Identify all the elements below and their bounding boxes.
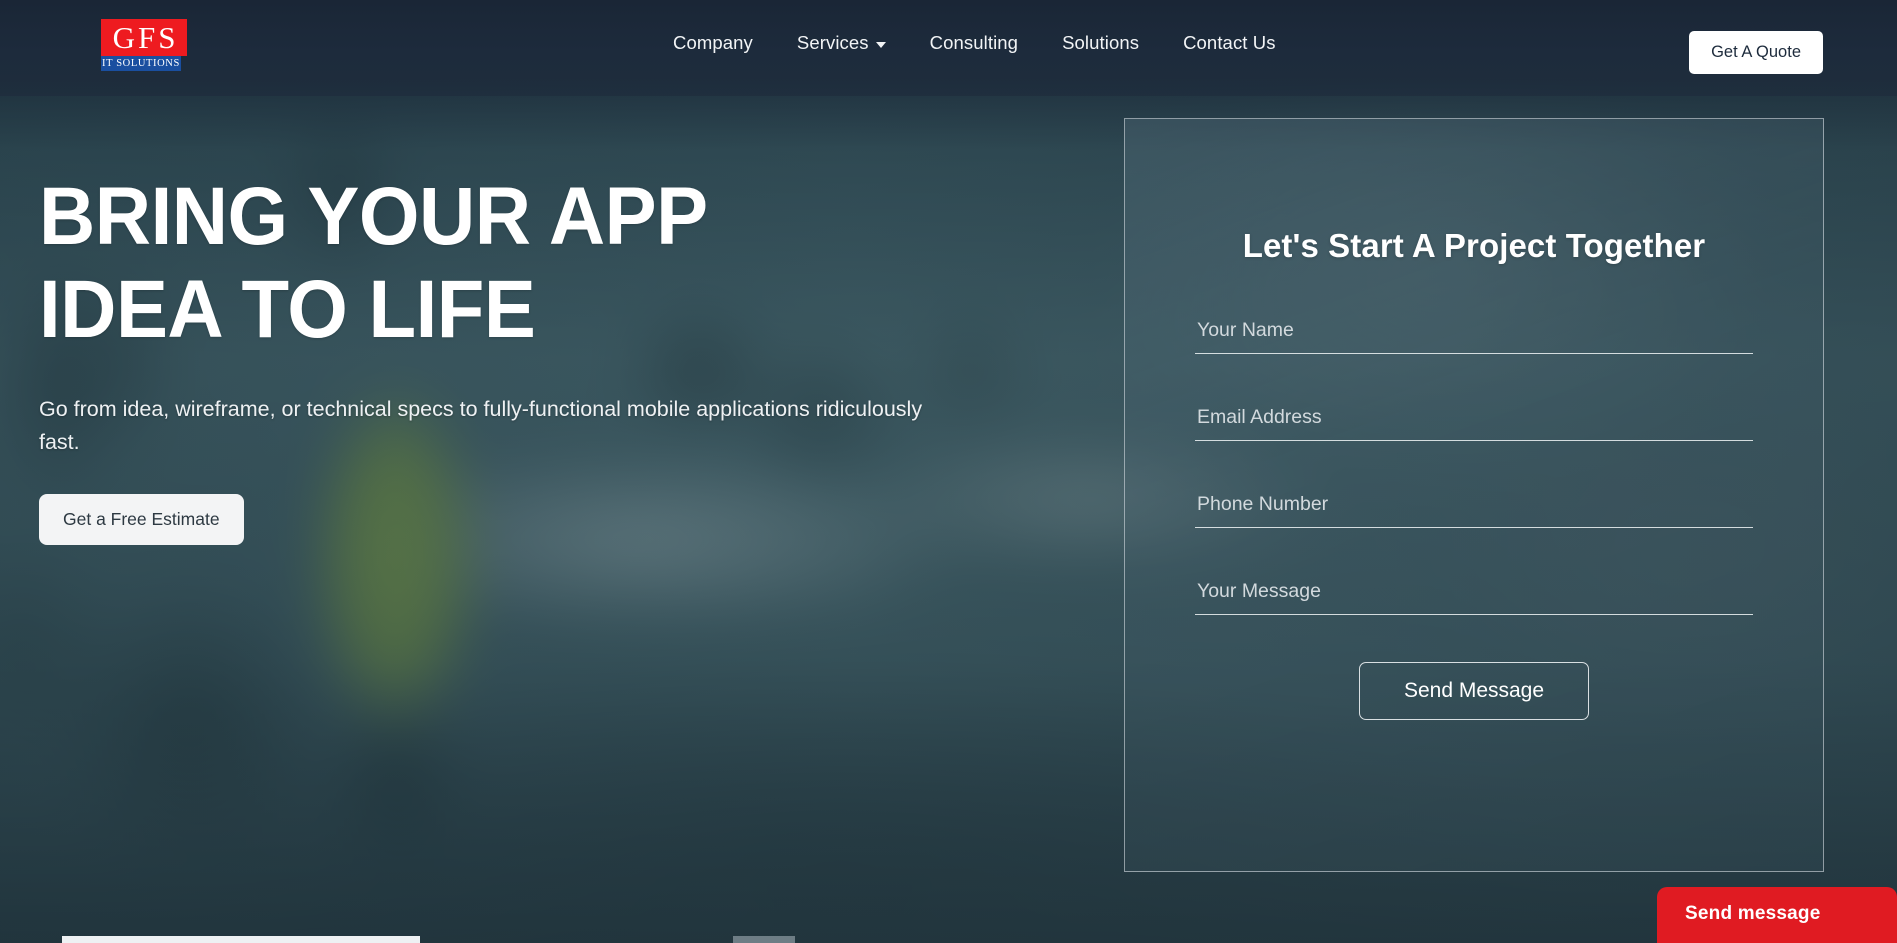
site-logo[interactable]: GFS IT SOLUTIONS: [101, 19, 187, 71]
logo-sub-text: IT SOLUTIONS: [101, 56, 181, 71]
carousel-indicators: [0, 935, 1897, 943]
contact-form-panel: Let's Start A Project Together Send Mess…: [1124, 118, 1824, 872]
nav-label-company: Company: [673, 31, 753, 53]
nav-label-services: Services: [796, 31, 869, 53]
nav-item-services[interactable]: Services: [775, 26, 908, 60]
hero-title: BRING YOUR APP IDEA TO LIFE: [39, 170, 932, 357]
hero-title-line-1: BRING YOUR APP: [39, 171, 708, 262]
nav-label-contact-us: Contact Us: [1183, 31, 1276, 53]
carousel-indicator-active[interactable]: [62, 936, 420, 943]
logo-main-text: GFS: [101, 19, 187, 56]
main-navigation: Company Services Consulting Solutions Co…: [651, 0, 1298, 85]
nav-label-solutions: Solutions: [1062, 31, 1140, 53]
nav-item-solutions[interactable]: Solutions: [1040, 26, 1161, 60]
chat-send-message-widget[interactable]: Send message: [1657, 887, 1897, 943]
your-name-input[interactable]: [1195, 313, 1753, 354]
hero-title-line-2: IDEA TO LIFE: [39, 264, 536, 356]
chevron-down-icon: [875, 41, 886, 48]
email-address-input[interactable]: [1195, 400, 1753, 441]
contact-form-title: Let's Start A Project Together: [1242, 227, 1706, 264]
get-free-estimate-button[interactable]: Get a Free Estimate: [39, 494, 244, 546]
carousel-indicator-inactive[interactable]: [733, 936, 795, 943]
nav-item-contact-us[interactable]: Contact Us: [1161, 26, 1298, 60]
nav-label-consulting: Consulting: [929, 31, 1019, 53]
your-message-input[interactable]: [1195, 574, 1753, 615]
landing-page: GFS IT SOLUTIONS Company Services Consul…: [0, 0, 1897, 943]
send-message-row: Send Message: [1195, 662, 1753, 720]
get-a-quote-button[interactable]: Get A Quote: [1689, 31, 1823, 74]
hero-subtitle: Go from idea, wireframe, or technical sp…: [39, 396, 923, 454]
hero-content: BRING YOUR APP IDEA TO LIFE Go from idea…: [39, 170, 979, 546]
site-header: GFS IT SOLUTIONS Company Services Consul…: [0, 0, 1897, 85]
nav-item-company[interactable]: Company: [651, 26, 775, 60]
send-message-button[interactable]: Send Message: [1358, 662, 1590, 720]
nav-item-consulting[interactable]: Consulting: [908, 26, 1040, 60]
phone-number-input[interactable]: [1195, 487, 1753, 528]
contact-form-fields: [1195, 313, 1753, 615]
